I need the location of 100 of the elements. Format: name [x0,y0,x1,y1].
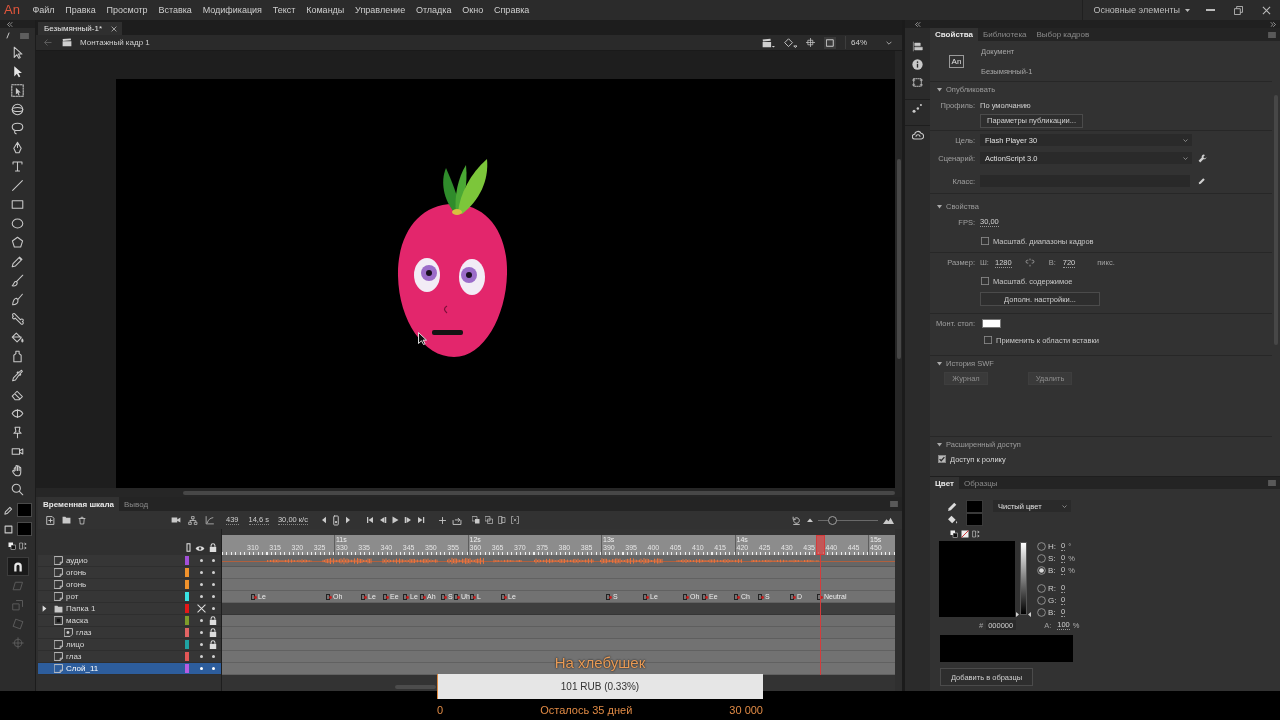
play-icon[interactable] [391,516,399,524]
color-picker-field[interactable] [939,541,1015,617]
dots-icon[interactable] [912,103,923,114]
keyframe-icon[interactable] [332,514,339,526]
overlapping-squares-icon[interactable] [484,516,493,524]
layer-row[interactable]: Папка 1 [38,603,221,615]
overlapping-squares-icon[interactable] [471,516,480,524]
radio-button[interactable] [1037,607,1046,617]
info-icon[interactable] [912,58,923,70]
clip-toggle[interactable] [824,36,836,49]
layer-color-swatch[interactable] [185,592,189,601]
dot-icon[interactable] [211,667,215,670]
default-colors-icon[interactable] [8,542,16,550]
align-icon[interactable] [912,40,923,52]
pin-icon[interactable] [11,426,24,439]
stroke-swatch[interactable] [966,500,983,513]
wrench-icon[interactable] [1198,153,1207,163]
panel-tab[interactable]: Временная шкала [38,497,120,511]
checkbox[interactable] [938,455,946,463]
collapse-icon[interactable] [6,21,13,27]
sphere-icon[interactable] [11,103,24,116]
panel-tab[interactable]: Выбор кадров [1031,28,1095,41]
text-tool-icon[interactable] [11,160,24,173]
layer-color-swatch[interactable] [185,616,189,625]
radio-button[interactable] [1037,541,1046,551]
dot-icon[interactable] [199,619,203,622]
layer-row[interactable]: глаз [38,651,221,663]
menu-item[interactable]: Отладка [410,0,457,20]
default-colors-icon[interactable] [950,530,958,538]
pencil-icon[interactable] [11,255,24,268]
document-tab[interactable]: Безымянный-1* [38,22,123,35]
tray-arrow-icon[interactable] [451,515,462,525]
dot-icon[interactable] [199,583,203,586]
two-rectangles-icon[interactable] [497,516,506,524]
collapse-icon[interactable] [914,21,921,27]
scrollbar-thumb[interactable] [183,490,895,495]
dot-icon[interactable] [199,655,203,658]
panel-tab[interactable]: Вывод [119,497,154,511]
new-layer-icon[interactable] [46,515,55,525]
dot-icon[interactable] [199,571,203,574]
close-icon[interactable] [111,25,118,32]
lens-icon[interactable] [11,407,24,420]
zoom-dropdown[interactable]: 64% [845,36,895,49]
menu-item[interactable]: Текст [267,0,301,20]
polygon-tool-icon[interactable] [11,236,24,249]
menu-item[interactable]: Окно [456,0,489,20]
left-triangle-icon[interactable] [320,516,327,524]
dot-icon[interactable] [211,571,215,574]
fill-swatch[interactable] [966,513,983,526]
radio-button[interactable] [1037,565,1046,575]
panel-tab[interactable]: Образцы [958,477,1003,489]
pencil-icon[interactable] [3,505,13,515]
layer-row[interactable]: огонь [38,579,221,591]
layer-color-swatch[interactable] [185,580,189,589]
brush-icon[interactable] [11,274,24,287]
wide-brush-icon[interactable] [11,293,24,306]
radio-button[interactable] [1037,583,1046,593]
scrollbar-thumb[interactable] [896,159,901,359]
no-color-icon[interactable] [961,530,969,538]
loop-icon[interactable] [792,515,801,525]
layer-color-swatch[interactable] [185,628,189,637]
pencil-icon[interactable] [947,501,958,512]
expand-arrow-icon[interactable] [42,605,47,612]
subselection-arrow-icon[interactable] [11,65,24,78]
layer-color-swatch[interactable] [185,652,189,661]
lock-icon[interactable] [209,640,217,649]
skip-start-icon[interactable] [365,516,374,524]
layer-row[interactable]: Слой_11 [38,663,221,675]
fill-swatch[interactable] [16,522,32,536]
menu-item[interactable]: Команды [300,0,350,20]
layer-row[interactable]: маска [38,615,221,627]
zoom-icon[interactable] [11,483,24,496]
oval-tool-icon[interactable] [11,217,24,230]
layer-color-swatch[interactable] [185,640,189,649]
expand-icon[interactable] [1270,21,1277,27]
dot-icon[interactable] [199,643,203,646]
dot-icon[interactable] [211,583,215,586]
cloud-icon[interactable] [911,129,924,140]
menu-item[interactable]: Справка [488,0,535,20]
eye-icon[interactable] [195,545,205,552]
lock-icon[interactable] [209,543,217,552]
dot-icon[interactable] [211,595,215,598]
swap-colors-icon[interactable] [972,530,980,538]
eyedropper-icon[interactable] [11,369,24,382]
link-icon[interactable] [1024,258,1035,267]
layer-row[interactable]: глаз [38,627,221,639]
checkbox[interactable] [981,237,989,245]
dot-icon[interactable] [199,667,203,670]
layer-color-swatch[interactable] [185,604,189,613]
menu-item[interactable]: Модификация [197,0,268,20]
timeline-zoom-slider[interactable] [818,515,878,525]
stroke-swatch[interactable] [16,503,32,517]
panel-tab[interactable]: Библиотека [978,28,1032,41]
swap-colors-icon[interactable] [19,542,27,550]
layer-row[interactable]: огонь [38,567,221,579]
dot-icon[interactable] [199,559,203,562]
menu-item[interactable]: Управление [349,0,411,20]
hand-icon[interactable] [11,464,24,477]
dot-icon[interactable] [211,607,215,610]
lock-icon[interactable] [209,628,217,637]
